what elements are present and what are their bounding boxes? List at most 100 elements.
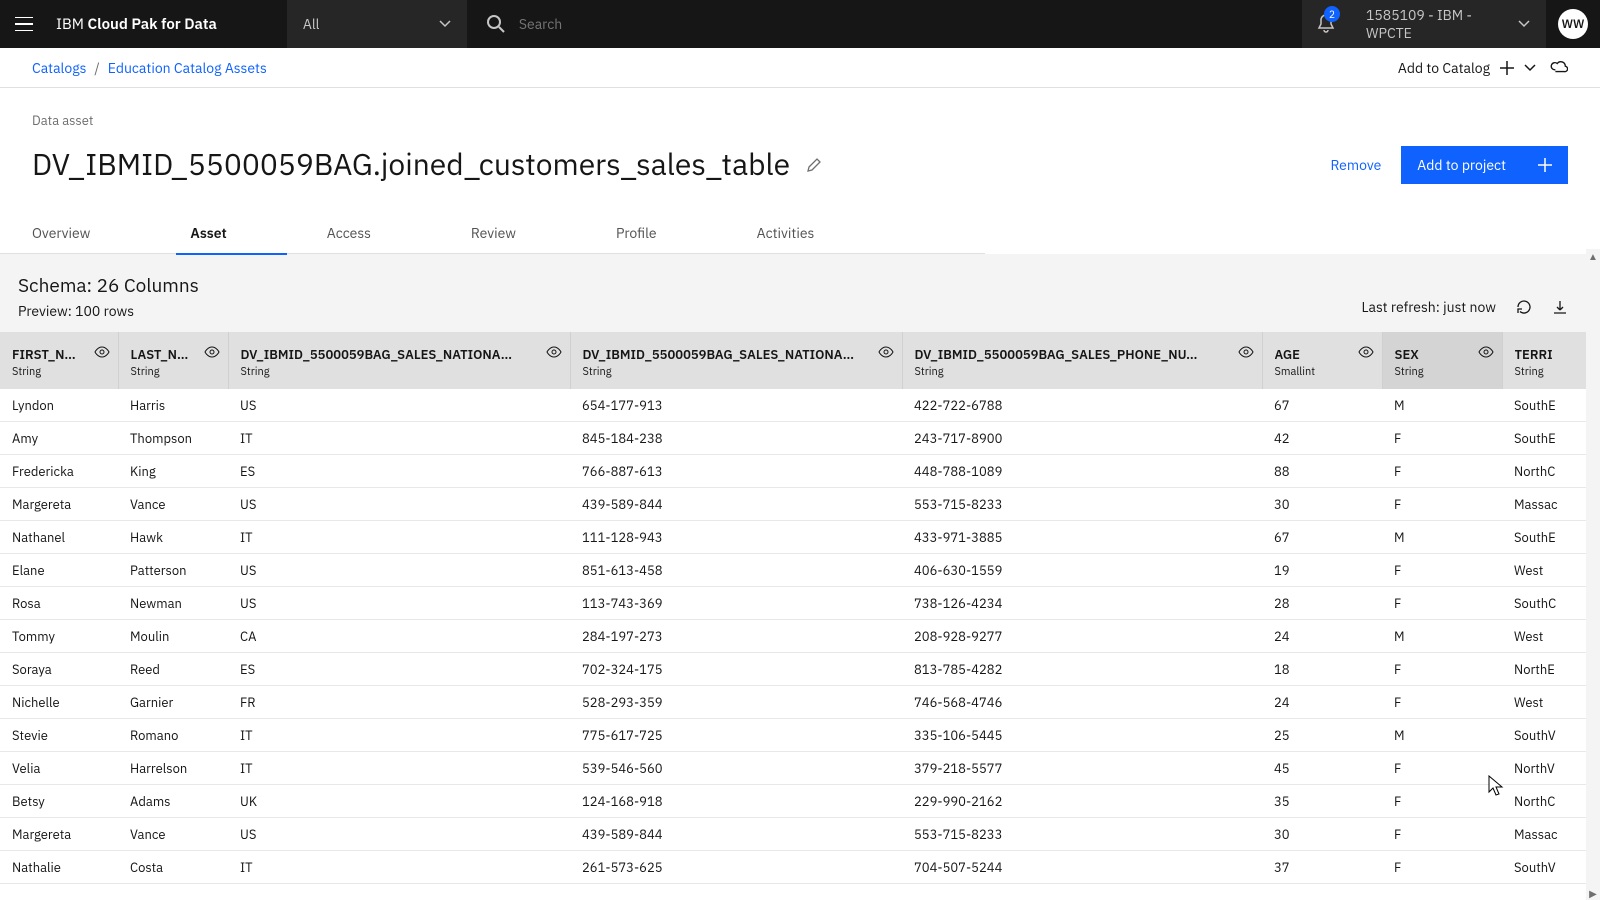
table-row[interactable]: NichelleGarnierFR528-293-359746-568-4746…: [0, 686, 1600, 719]
table-cell: 37: [1262, 851, 1382, 884]
table-row[interactable]: ElanePattersonUS851-613-458406-630-15591…: [0, 554, 1600, 587]
hamburger-menu-button[interactable]: [0, 0, 48, 48]
column-header[interactable]: LAST_NA…String: [118, 332, 228, 389]
table-cell: 528-293-359: [570, 686, 902, 719]
eye-icon[interactable]: [204, 346, 220, 358]
eye-icon[interactable]: [1238, 346, 1254, 358]
table-row[interactable]: VeliaHarrelsonIT539-546-560379-218-55774…: [0, 752, 1600, 785]
table-cell: Vance: [118, 818, 228, 851]
table-cell: IT: [228, 752, 570, 785]
tab-activities[interactable]: Activities: [757, 212, 815, 254]
table-cell: M: [1382, 521, 1502, 554]
breadcrumb: Catalogs / Education Catalog Assets: [32, 59, 267, 77]
table-cell: 775-617-725: [570, 719, 902, 752]
column-header[interactable]: DV_IBMID_5500059BAG_SALES_PHONE_NU…Strin…: [902, 332, 1262, 389]
table-cell: F: [1382, 686, 1502, 719]
table-cell: US: [228, 554, 570, 587]
table-row[interactable]: MargeretaVanceUS439-589-844553-715-82333…: [0, 818, 1600, 851]
eye-icon[interactable]: [546, 346, 562, 358]
table-cell: 28: [1262, 587, 1382, 620]
eye-icon[interactable]: [878, 346, 894, 358]
column-header[interactable]: DV_IBMID_5500059BAG_SALES_NATIONA…String: [228, 332, 570, 389]
column-type: String: [131, 365, 216, 379]
table-row[interactable]: TommyMoulinCA284-197-273208-928-927724MW…: [0, 620, 1600, 653]
scope-dropdown-value: All: [303, 15, 320, 33]
table-row[interactable]: NathanelHawkIT111-128-943433-971-388567M…: [0, 521, 1600, 554]
table-cell: F: [1382, 818, 1502, 851]
remove-button[interactable]: Remove: [1330, 156, 1381, 174]
tab-review[interactable]: Review: [471, 212, 516, 254]
column-header[interactable]: AGESmallint: [1262, 332, 1382, 389]
table-cell: Adams: [118, 785, 228, 818]
table-cell: Romano: [118, 719, 228, 752]
tab-access[interactable]: Access: [327, 212, 371, 254]
scope-dropdown[interactable]: All: [287, 0, 467, 48]
account-label: 1585109 - IBM - WPCTE: [1366, 6, 1518, 42]
table-cell: CA: [228, 620, 570, 653]
table-row[interactable]: SorayaReedES702-324-175813-785-428218FNo…: [0, 653, 1600, 686]
table-row[interactable]: RosaNewmanUS113-743-369738-126-423428FSo…: [0, 587, 1600, 620]
table-row[interactable]: NathalieCostaIT261-573-625704-507-524437…: [0, 851, 1600, 884]
table-cell: UK: [228, 785, 570, 818]
page-title: DV_IBMID_5500059BAG.joined_customers_sal…: [32, 145, 790, 184]
table-cell: IT: [228, 422, 570, 455]
table-cell: F: [1382, 488, 1502, 521]
eye-icon[interactable]: [1358, 346, 1374, 358]
schema-heading: Schema: 26 Columns: [18, 274, 199, 298]
table-cell: F: [1382, 653, 1502, 686]
settings-cloud-icon[interactable]: [1550, 59, 1568, 77]
avatar[interactable]: WW: [1558, 9, 1588, 39]
table-cell: Hawk: [118, 521, 228, 554]
notification-button[interactable]: 2: [1302, 0, 1350, 48]
eye-icon[interactable]: [94, 346, 110, 358]
scroll-up-arrow-icon[interactable]: ▲: [1586, 249, 1600, 263]
search-input[interactable]: [519, 15, 819, 33]
column-type: String: [1395, 365, 1490, 379]
table-cell: Margereta: [0, 488, 118, 521]
account-dropdown[interactable]: 1585109 - IBM - WPCTE: [1350, 0, 1546, 48]
table-row[interactable]: MargeretaVanceUS439-589-844553-715-82333…: [0, 488, 1600, 521]
table-cell: US: [228, 818, 570, 851]
add-to-project-label: Add to project: [1417, 156, 1506, 174]
brand-light: IBM: [56, 15, 84, 34]
breadcrumb-current[interactable]: Education Catalog Assets: [108, 59, 267, 77]
tab-asset[interactable]: Asset: [190, 212, 226, 254]
table-cell: ES: [228, 653, 570, 686]
table-cell: 433-971-3885: [902, 521, 1262, 554]
table-row[interactable]: FrederickaKingES766-887-613448-788-10898…: [0, 455, 1600, 488]
download-icon[interactable]: [1552, 299, 1568, 315]
add-to-catalog-label: Add to Catalog: [1398, 59, 1490, 77]
tab-profile[interactable]: Profile: [616, 212, 657, 254]
refresh-icon[interactable]: [1516, 299, 1532, 315]
table-row[interactable]: AmyThompsonIT845-184-238243-717-890042FS…: [0, 422, 1600, 455]
column-type: String: [241, 365, 558, 379]
tab-overview[interactable]: Overview: [32, 212, 90, 254]
add-to-catalog-button[interactable]: Add to Catalog: [1398, 59, 1536, 77]
table-row[interactable]: StevieRomanoIT775-617-725335-106-544525M…: [0, 719, 1600, 752]
column-name: TERRI: [1515, 346, 1588, 363]
table-cell: 851-613-458: [570, 554, 902, 587]
column-type: String: [12, 365, 106, 379]
table-cell: F: [1382, 455, 1502, 488]
column-header[interactable]: DV_IBMID_5500059BAG_SALES_NATIONA…String: [570, 332, 902, 389]
column-header[interactable]: SEXString: [1382, 332, 1502, 389]
table-row[interactable]: BetsyAdamsUK124-168-918229-990-216235FNo…: [0, 785, 1600, 818]
eye-icon[interactable]: [1478, 346, 1494, 358]
table-cell: 30: [1262, 818, 1382, 851]
table-cell: Nathalie: [0, 851, 118, 884]
table-cell: FR: [228, 686, 570, 719]
table-cell: 24: [1262, 686, 1382, 719]
add-to-project-button[interactable]: Add to project: [1401, 146, 1568, 184]
table-cell: 24: [1262, 620, 1382, 653]
vertical-scrollbar[interactable]: ▲ ▼: [1586, 249, 1600, 900]
table-cell: 813-785-4282: [902, 653, 1262, 686]
search-icon[interactable]: [487, 15, 505, 33]
scroll-right-arrow-icon[interactable]: ▶: [1586, 886, 1600, 900]
breadcrumb-parent[interactable]: Catalogs: [32, 59, 86, 77]
table-row[interactable]: LyndonHarrisUS654-177-913422-722-678867M…: [0, 389, 1600, 422]
edit-icon[interactable]: [806, 157, 822, 173]
table-cell: 702-324-175: [570, 653, 902, 686]
table-cell: 35: [1262, 785, 1382, 818]
column-header[interactable]: FIRST_N…String: [0, 332, 118, 389]
table-cell: 284-197-273: [570, 620, 902, 653]
